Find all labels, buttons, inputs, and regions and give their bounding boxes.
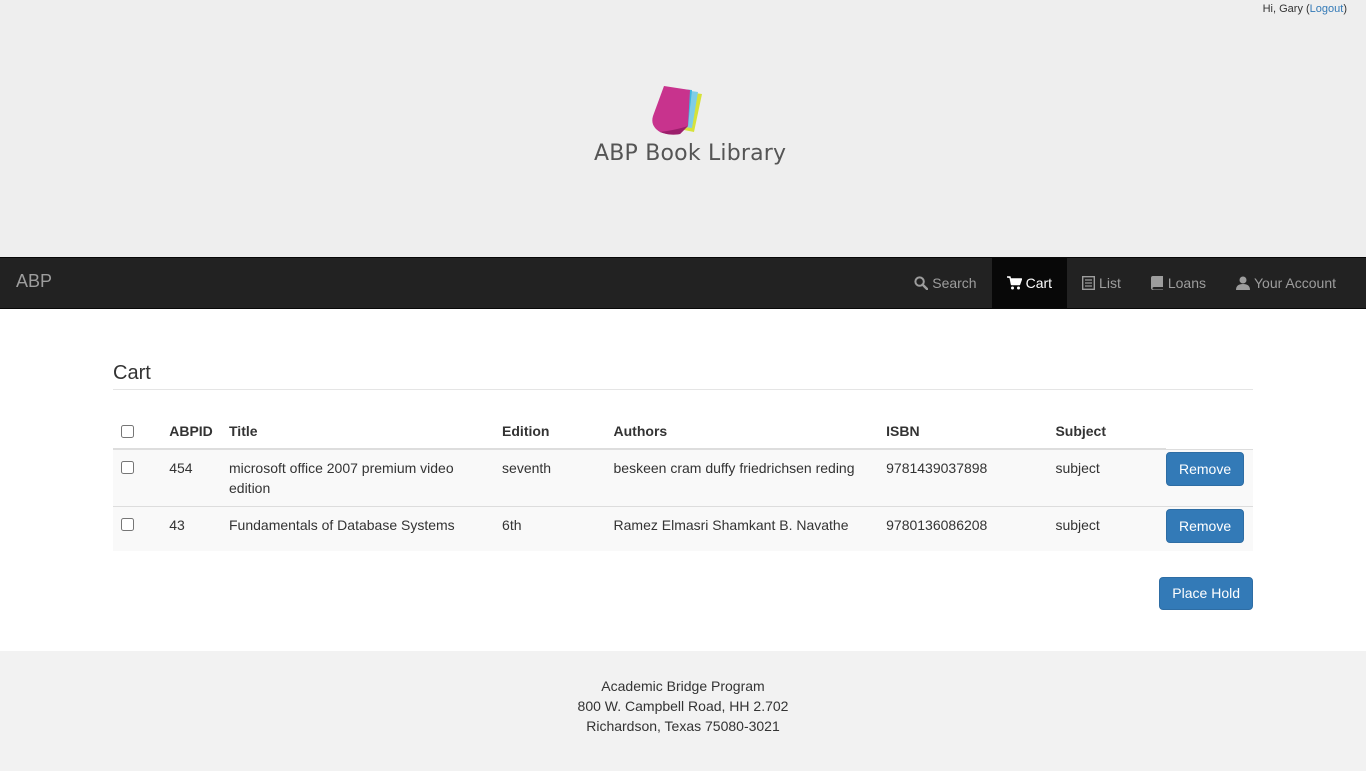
remove-button[interactable]: Remove <box>1165 509 1245 543</box>
main-navbar: ABP Search Cart List Loans Your Account <box>0 257 1366 309</box>
greeting-text: Hi, Gary ( <box>1262 3 1310 15</box>
cell-title: Fundamentals of Database Systems <box>229 506 503 551</box>
column-header-abpid: ABPID <box>169 414 229 450</box>
book-stack-logo-icon <box>652 86 702 135</box>
footer-address: 800 W. Campbell Road, HH 2.702 <box>577 698 789 714</box>
row-checkbox-cell <box>113 506 170 551</box>
list-icon <box>1082 276 1096 290</box>
column-header-title: Title <box>229 414 503 450</box>
cell-actions: Remove <box>1165 506 1253 551</box>
cell-title: microsoft office 2007 premium video edit… <box>229 448 503 507</box>
user-greeting: Hi, Gary (Logout) <box>1263 3 1347 15</box>
column-header-isbn: ISBN <box>886 414 1056 450</box>
page-title: Cart <box>113 362 151 384</box>
row-checkbox[interactable] <box>121 461 134 474</box>
cart-table: ABPID Title Edition Authors ISBN Subject… <box>113 414 1253 551</box>
column-header-actions <box>1166 414 1253 449</box>
cell-subject: subject <box>1055 506 1166 551</box>
select-all-cell <box>113 414 170 450</box>
table-row: 43 Fundamentals of Database Systems 6th … <box>113 506 1253 551</box>
row-checkbox[interactable] <box>121 518 134 531</box>
footer-org-name: Academic Bridge Program <box>601 678 765 694</box>
logout-link[interactable]: Logout <box>1310 3 1344 15</box>
nav-item-label: List <box>1099 275 1121 291</box>
cell-edition: 6th <box>502 506 614 551</box>
user-icon <box>1236 276 1250 290</box>
cell-edition: seventh <box>502 448 614 507</box>
place-hold-button[interactable]: Place Hold <box>1159 577 1253 610</box>
footer-city: Richardson, Texas 75080-3021 <box>586 718 780 734</box>
cell-isbn: 9780136086208 <box>886 506 1056 551</box>
logo-text: ABP Book Library <box>594 141 787 166</box>
row-checkbox-cell <box>113 448 170 507</box>
column-header-subject: Subject <box>1055 414 1166 450</box>
column-header-authors: Authors <box>613 414 887 450</box>
nav-item-label: Search <box>932 275 977 291</box>
column-header-edition: Edition <box>502 414 614 450</box>
remove-button[interactable]: Remove <box>1165 451 1245 486</box>
nav-item-list[interactable]: List <box>1067 258 1136 308</box>
shopping-cart-icon <box>1006 276 1022 290</box>
cell-abpid: 43 <box>169 506 229 551</box>
cell-authors: Ramez Elmasri Shamkant B. Navathe <box>613 506 887 551</box>
cell-authors: beskeen cram duffy friedrichsen reding <box>613 448 887 507</box>
search-icon <box>914 276 929 290</box>
nav-item-search[interactable]: Search <box>899 258 991 308</box>
cell-subject: subject <box>1055 448 1166 507</box>
cell-abpid: 454 <box>169 448 229 507</box>
book-icon <box>1150 276 1164 290</box>
select-all-checkbox[interactable] <box>121 424 134 438</box>
title-divider <box>113 389 1253 390</box>
greeting-suffix: ) <box>1343 3 1347 15</box>
cell-isbn: 9781439037898 <box>886 448 1056 507</box>
table-row: 454 microsoft office 2007 premium video … <box>113 448 1253 507</box>
navbar-brand[interactable]: ABP <box>16 271 52 292</box>
nav-item-cart[interactable]: Cart <box>991 258 1068 308</box>
navbar-menu: Search Cart List Loans Your Account <box>899 258 1351 308</box>
table-header-row: ABPID Title Edition Authors ISBN Subject <box>113 414 1253 450</box>
nav-item-label: Loans <box>1167 275 1206 291</box>
cell-actions: Remove <box>1165 448 1253 507</box>
library-logo: ABP Book Library <box>590 86 786 172</box>
nav-item-label: Cart <box>1025 275 1053 291</box>
nav-item-loans[interactable]: Loans <box>1136 258 1221 308</box>
nav-item-your-account[interactable]: Your Account <box>1221 258 1351 308</box>
page-footer: Academic Bridge Program 800 W. Campbell … <box>0 651 1366 771</box>
nav-item-label: Your Account <box>1254 275 1336 291</box>
page-header: Hi, Gary (Logout) ABP Book Library <box>0 0 1366 257</box>
